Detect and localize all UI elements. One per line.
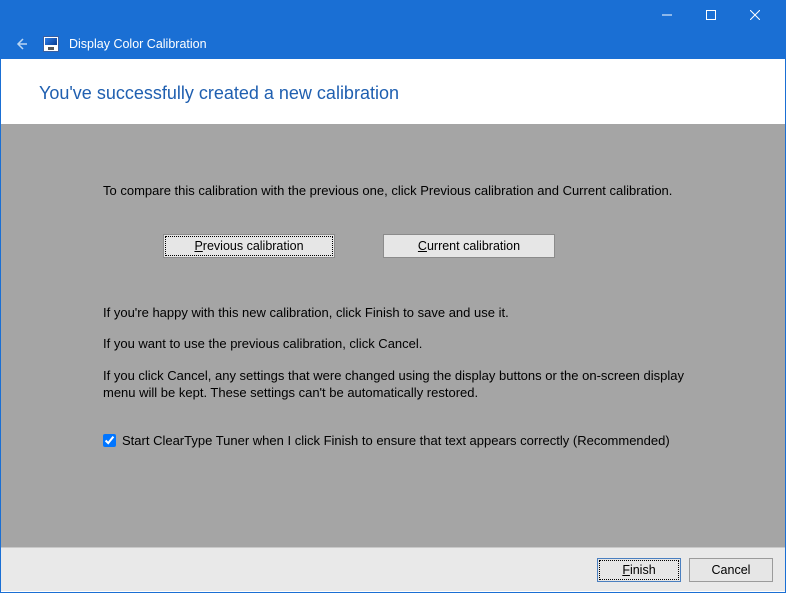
use-previous-text: If you want to use the previous calibrat…: [103, 335, 695, 353]
happy-text: If you're happy with this new calibratio…: [103, 304, 695, 322]
app-title: Display Color Calibration: [69, 37, 207, 51]
cleartype-checkbox-row: Start ClearType Tuner when I click Finis…: [103, 432, 695, 450]
heading-region: You've successfully created a new calibr…: [1, 59, 785, 124]
cancel-note-text: If you click Cancel, any settings that w…: [103, 367, 695, 402]
cleartype-checkbox[interactable]: [103, 434, 116, 447]
compare-text: To compare this calibration with the pre…: [103, 182, 695, 200]
app-icon: [43, 36, 59, 52]
current-calibration-button[interactable]: Current calibration: [383, 234, 555, 258]
previous-calibration-button[interactable]: Previous calibration: [163, 234, 335, 258]
content-region: To compare this calibration with the pre…: [1, 124, 785, 547]
cancel-button[interactable]: Cancel: [689, 558, 773, 582]
calibration-button-row: Previous calibration Current calibration: [163, 234, 695, 258]
cleartype-label[interactable]: Start ClearType Tuner when I click Finis…: [122, 432, 670, 450]
footer-bar: Finish Cancel: [1, 547, 785, 591]
header-bar: Display Color Calibration: [1, 29, 785, 59]
back-arrow-icon[interactable]: [13, 36, 29, 52]
close-button[interactable]: [733, 1, 777, 29]
page-heading: You've successfully created a new calibr…: [39, 83, 747, 104]
finish-button[interactable]: Finish: [597, 558, 681, 582]
window-titlebar: [1, 1, 785, 29]
minimize-button[interactable]: [645, 1, 689, 29]
maximize-button[interactable]: [689, 1, 733, 29]
